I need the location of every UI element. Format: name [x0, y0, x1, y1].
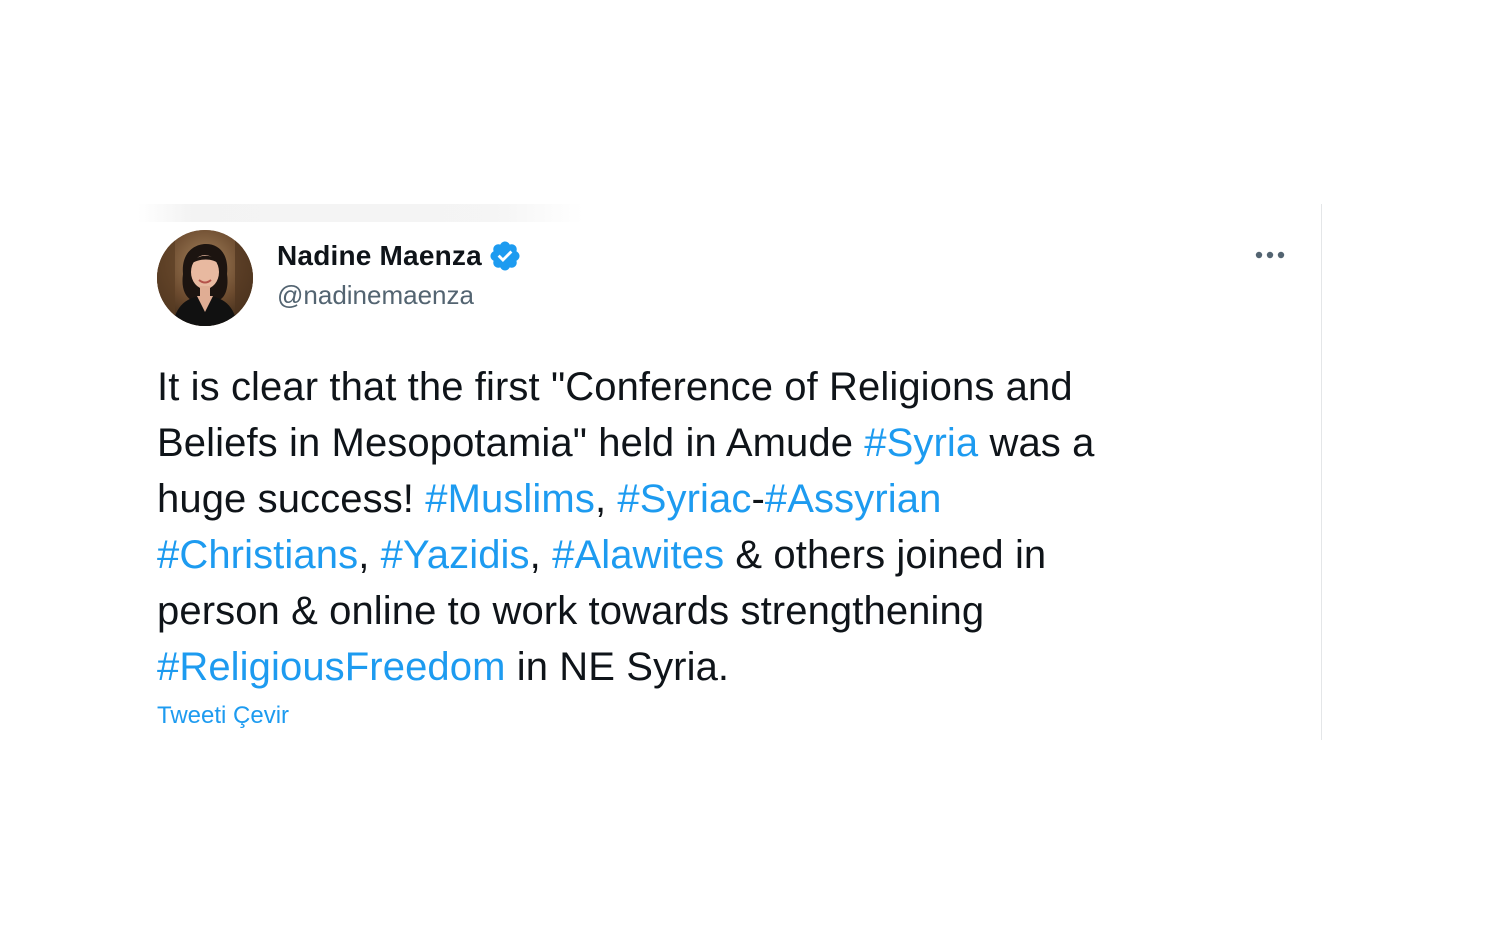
- tweet-text-line: person & online to work towards strength…: [157, 583, 1277, 639]
- translate-tweet-link[interactable]: Tweeti Çevir: [157, 702, 289, 730]
- tweet-text-segment: huge success!: [157, 477, 426, 521]
- more-options-button[interactable]: [1252, 242, 1288, 268]
- tweet-text-segment: ,: [594, 477, 618, 521]
- tweet-text-line: huge success! #Muslims, #Syriac-#Assyria…: [157, 471, 1277, 527]
- hashtag-link[interactable]: #Syriac: [617, 477, 751, 521]
- tweet-text-segment: ,: [358, 533, 381, 577]
- tweet-text-segment: & others joined in: [724, 533, 1047, 577]
- tweet-text-segment: Beliefs in Mesopotamia" held in Amude: [157, 421, 865, 465]
- tweet-card: Nadine Maenza @nadinemaenza It is clear …: [138, 204, 1322, 740]
- tweet-text-line: It is clear that the first "Conference o…: [157, 359, 1277, 415]
- tweet-text-line: #Christians, #Yazidis, #Alawites & other…: [157, 527, 1277, 583]
- tweet-text-line: #ReligiousFreedom in NE Syria.: [157, 639, 1277, 695]
- top-shade-decoration: [138, 204, 583, 222]
- avatar[interactable]: [157, 230, 253, 326]
- tweet-text-line: Beliefs in Mesopotamia" held in Amude #S…: [157, 415, 1277, 471]
- tweet-text-segment: person & online to work towards strength…: [157, 589, 985, 633]
- card-divider: [1321, 204, 1322, 740]
- hashtag-link[interactable]: #Syria: [864, 421, 978, 465]
- tweet-text-segment: It is clear that the first "Conference o…: [157, 365, 1073, 409]
- tweet-text-segment: -: [751, 477, 765, 521]
- hashtag-link[interactable]: #Muslims: [425, 477, 595, 521]
- more-horizontal-icon: [1255, 251, 1285, 259]
- hashtag-link[interactable]: #Yazidis: [381, 533, 530, 577]
- tweet-text-segment: in NE Syria.: [505, 645, 730, 689]
- tweet-text: It is clear that the first "Conference o…: [157, 359, 1277, 695]
- author-name-row: Nadine Maenza: [277, 238, 522, 274]
- verified-badge-icon: [488, 239, 522, 273]
- author-handle[interactable]: @nadinemaenza: [277, 280, 474, 311]
- hashtag-link[interactable]: #Assyrian: [765, 477, 942, 521]
- hashtag-link[interactable]: #ReligiousFreedom: [157, 645, 506, 689]
- hashtag-link[interactable]: #Christians: [157, 533, 358, 577]
- tweet-text-segment: ,: [529, 533, 553, 577]
- hashtag-link[interactable]: #Alawites: [552, 533, 724, 577]
- author-display-name[interactable]: Nadine Maenza: [277, 240, 482, 272]
- tweet-text-segment: was a: [978, 421, 1095, 465]
